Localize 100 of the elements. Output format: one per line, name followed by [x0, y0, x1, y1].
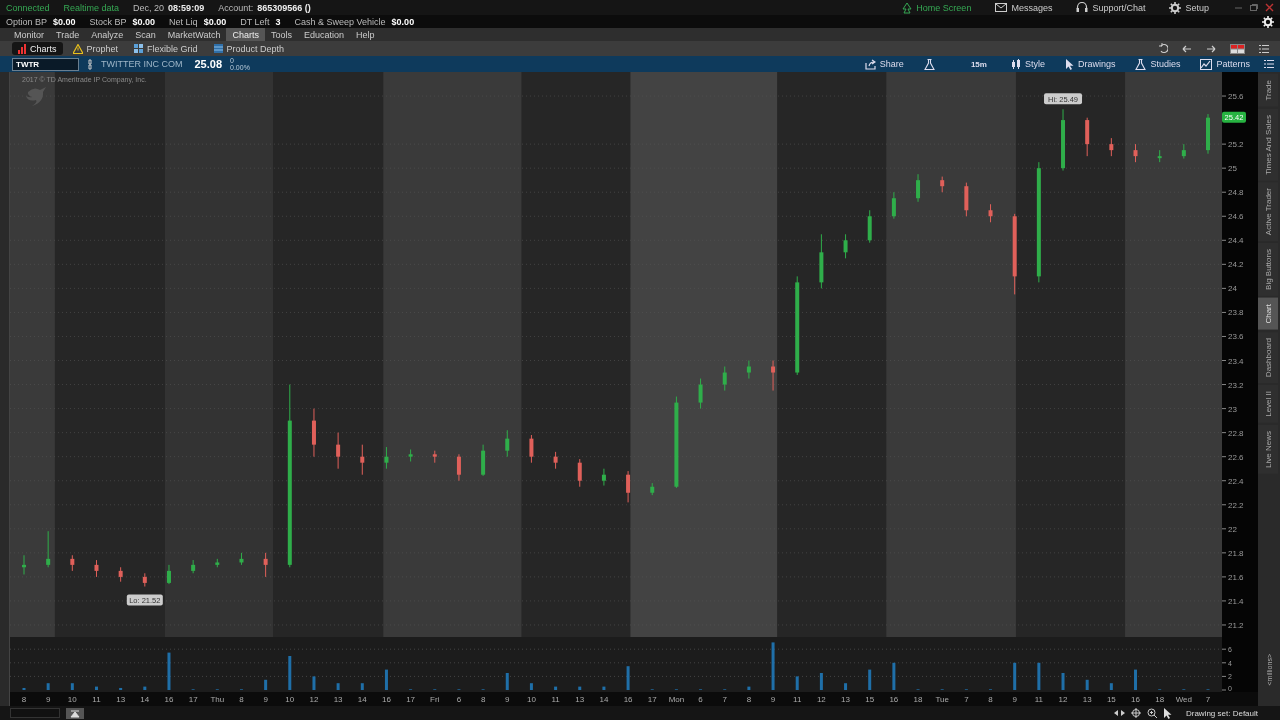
flask-icon: [1135, 58, 1147, 70]
top-link[interactable]: Messages: [990, 1, 1058, 14]
side-tab[interactable]: Dashboard: [1258, 331, 1278, 384]
account-label: Account:: [218, 2, 254, 13]
time-axis-label: 16: [623, 695, 633, 704]
candlestick: [867, 209, 872, 244]
menu-tab[interactable]: Tools: [264, 28, 298, 41]
side-tab[interactable]: Trade: [1258, 74, 1278, 107]
candlestick: [1157, 149, 1162, 163]
axis-tick-label: 25: [1221, 164, 1237, 174]
axis-tick-label: 24.6: [1221, 212, 1244, 222]
time-axis-label: 8: [239, 695, 244, 704]
sub-tab[interactable]: Flexible Grid: [128, 42, 204, 55]
time-axis-label: 12: [1058, 695, 1068, 704]
link-icon[interactable]: [87, 58, 93, 70]
y-tick-label: 24.6: [1228, 212, 1245, 222]
toolbar-button[interactable]: Drawings: [1058, 57, 1122, 71]
toolbar-button[interactable]: Style: [1004, 57, 1051, 71]
axis-tick-label: 23.8: [1221, 308, 1244, 318]
menu-tab[interactable]: Charts: [226, 28, 265, 41]
axis-tick-label: 21.2: [1221, 621, 1244, 630]
symbol-field[interactable]: TWTR: [12, 57, 79, 71]
menu-tab[interactable]: Help: [350, 28, 381, 41]
back-arrow-icon[interactable]: [1182, 43, 1192, 54]
volume-bar: [384, 669, 388, 690]
side-tab[interactable]: Times And Sales: [1258, 108, 1278, 181]
menu-tab[interactable]: Scan: [129, 28, 162, 41]
menu-icon[interactable]: [1259, 43, 1269, 54]
settings-icon: [1169, 1, 1182, 14]
time-axis-label: 11: [793, 695, 802, 704]
candlestick: [940, 176, 945, 193]
side-tab[interactable]: Live News: [1258, 424, 1278, 474]
side-tab[interactable]: Big Buttons: [1258, 243, 1278, 297]
top-link[interactable]: Home Screen: [897, 1, 977, 14]
volume-bar: [554, 686, 558, 690]
aggregation-button[interactable]: 15m: [960, 57, 997, 71]
balance-label: Cash & Sweep Vehicle: [294, 16, 386, 27]
volume-bar: [1061, 673, 1065, 690]
sub-tab[interactable]: Product Depth: [207, 42, 291, 55]
y-tick-label: 21.8: [1228, 548, 1245, 558]
candlestick: [22, 554, 26, 575]
candlestick: [650, 482, 655, 496]
toolbar-button[interactable]: Patterns: [1194, 57, 1256, 71]
candlestick: [263, 552, 268, 578]
time-axis-label: 18: [913, 695, 923, 704]
side-tab[interactable]: Active Trader: [1258, 182, 1278, 242]
flask-icon[interactable]: [923, 58, 935, 70]
pattern-icon: [1200, 58, 1213, 70]
close-icon[interactable]: [1265, 3, 1274, 12]
menu-tab[interactable]: Trade: [50, 28, 86, 41]
axis-tick-label: 25.2: [1221, 140, 1244, 150]
side-tab[interactable]: Level II: [1258, 385, 1278, 423]
menu-tab[interactable]: Education: [297, 28, 350, 41]
candlestick: [722, 366, 727, 392]
menu-icon[interactable]: [1264, 59, 1274, 69]
sub-tab[interactable]: Charts: [12, 42, 63, 55]
candlestick: [118, 566, 123, 583]
side-tab[interactable]: Chart: [1258, 298, 1278, 330]
volume-bar: [747, 686, 751, 690]
menu-tab[interactable]: Monitor: [8, 28, 50, 41]
connection-status: Connected: [6, 2, 50, 13]
toolbar-button[interactable]: Studies: [1129, 57, 1187, 71]
y-tick-label: 21.2: [1228, 620, 1245, 630]
time-axis-label: 17: [647, 695, 657, 704]
axis-tick-label: 22.4: [1221, 476, 1244, 486]
top-link[interactable]: Support/Chat: [1071, 1, 1151, 14]
undo-icon[interactable]: [1159, 43, 1168, 54]
candlestick: [577, 458, 582, 488]
candlestick: [191, 559, 196, 574]
axis-tick-label: 22.8: [1221, 428, 1244, 438]
pan-arrows-icon[interactable]: [1113, 709, 1125, 717]
maximize-icon[interactable]: [1249, 3, 1259, 12]
time-axis-label: 16: [382, 695, 391, 704]
zoom-icon[interactable]: [1146, 708, 1157, 718]
volume-bar: [70, 683, 74, 690]
candlestick: [819, 233, 824, 289]
volume-bar: [771, 642, 775, 690]
y-tick-label: 23: [1228, 404, 1238, 414]
volume-bar: [288, 656, 292, 690]
axis-tick-label: 23.6: [1221, 332, 1244, 342]
balance-label: Option BP: [6, 16, 48, 27]
top-link[interactable]: Setup: [1164, 1, 1214, 14]
pointer-icon[interactable]: [1162, 707, 1172, 719]
settings-icon[interactable]: [1262, 15, 1274, 28]
menu-tab[interactable]: MarketWatch: [161, 28, 227, 41]
menu-tab[interactable]: Analyze: [85, 28, 130, 41]
time-axis-label: 7: [1205, 695, 1211, 704]
volume-bar: [312, 676, 316, 690]
time-axis-label: Mon: [668, 695, 685, 704]
layout-icon[interactable]: [1230, 43, 1245, 54]
forward-arrow-icon[interactable]: [1206, 43, 1216, 54]
sub-tab[interactable]: Prophet: [66, 42, 125, 55]
axis-tick-label: 21.8: [1221, 548, 1244, 558]
balance-value: 3: [275, 16, 281, 27]
axis-tick-label: 24.2: [1221, 260, 1244, 270]
y-tick-label: 23.2: [1228, 380, 1245, 390]
axis-tick-label: 22.2: [1221, 500, 1244, 510]
crosshair-icon[interactable]: [1130, 708, 1141, 718]
toolbar-button[interactable]: Share: [858, 57, 910, 71]
scroll-handle-icon[interactable]: [66, 707, 84, 719]
